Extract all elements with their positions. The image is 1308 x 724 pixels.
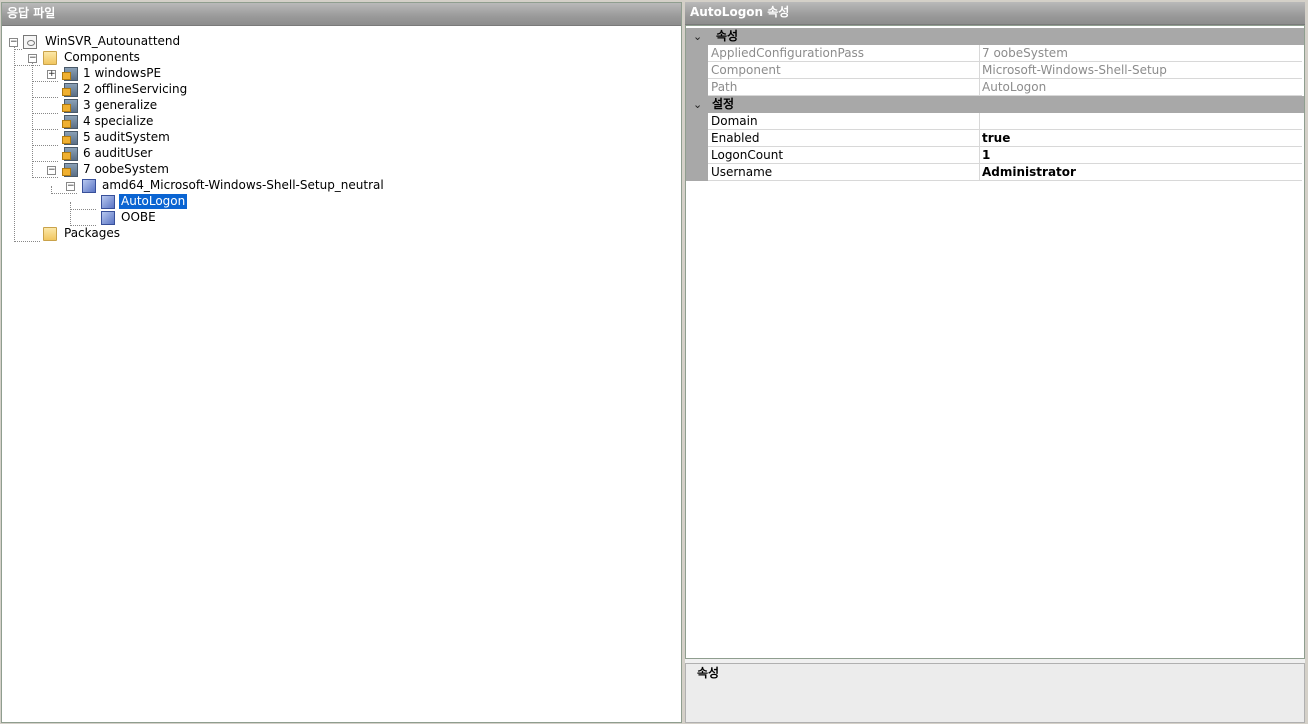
tree-label: 5 auditSystem [83, 130, 170, 144]
minus-box-icon[interactable]: − [47, 166, 56, 175]
row-gutter [686, 79, 708, 96]
tree-label-selected: AutoLogon [119, 194, 188, 209]
property-name: AppliedConfigurationPass [708, 45, 980, 62]
properties-panel: AutoLogon 속성 ⌄ 속성 AppliedConfigurationPa… [685, 2, 1305, 723]
tree-line [70, 202, 71, 226]
answer-file-title: 응답 파일 [2, 3, 681, 26]
chevron-down-icon[interactable]: ⌄ [693, 96, 707, 113]
config-pass-icon [62, 115, 78, 129]
config-pass-icon [62, 131, 78, 145]
answer-file-icon [23, 35, 37, 49]
minus-box-icon[interactable]: − [9, 38, 18, 47]
tree-label: 1 windowsPE [83, 66, 162, 80]
properties-title: AutoLogon 속성 [685, 2, 1305, 25]
tree-line [14, 49, 22, 50]
row-gutter [686, 113, 708, 130]
tree-label: 7 oobeSystem [83, 162, 169, 176]
property-name: Domain [708, 113, 980, 130]
description-box: 속성 [685, 663, 1305, 723]
config-pass-icon [62, 163, 78, 177]
tree-line [32, 129, 58, 130]
plus-box-icon[interactable]: + [47, 70, 56, 79]
config-pass-icon [62, 147, 78, 161]
tree-label: amd64_Microsoft-Windows-Shell-Setup_neut… [102, 178, 384, 192]
row-gutter [686, 130, 708, 147]
property-grid[interactable]: ⌄ 속성 AppliedConfigurationPass 7 oobeSyst… [685, 25, 1305, 659]
tree-line [70, 209, 96, 210]
property-row[interactable]: Path AutoLogon [686, 79, 1304, 96]
category-label: 속성 [716, 29, 739, 43]
property-value-input[interactable]: true [980, 130, 1302, 147]
property-row-domain[interactable]: Domain [686, 113, 1304, 130]
chevron-down-icon[interactable]: ⌄ [693, 28, 707, 45]
tree-line [14, 241, 40, 242]
setting-icon [101, 211, 115, 225]
property-row[interactable]: Component Microsoft-Windows-Shell-Setup [686, 62, 1304, 79]
tree-line [32, 113, 58, 114]
property-name: Path [708, 79, 980, 96]
tree-line [32, 145, 58, 146]
property-name: LogonCount [708, 147, 980, 164]
tree-label: 6 auditUser [83, 146, 153, 160]
tree-line [32, 177, 58, 178]
row-gutter [686, 62, 708, 79]
tree-line [32, 161, 58, 162]
tree-label: 2 offlineServicing [83, 82, 188, 96]
property-name: Component [708, 62, 980, 79]
property-row-username[interactable]: Username Administrator [686, 164, 1304, 181]
property-name: Enabled [708, 130, 980, 147]
property-value: Microsoft-Windows-Shell-Setup [980, 62, 1302, 79]
property-name: Username [708, 164, 980, 181]
property-value-input[interactable] [980, 113, 1302, 130]
folder-icon [43, 227, 57, 241]
property-row-enabled[interactable]: Enabled true [686, 130, 1304, 147]
minus-box-icon[interactable]: − [66, 182, 75, 191]
tree-line [14, 42, 15, 242]
config-pass-icon [62, 83, 78, 97]
property-row-logoncount[interactable]: LogonCount 1 [686, 147, 1304, 164]
row-gutter [686, 147, 708, 164]
config-pass-icon [62, 67, 78, 81]
property-value-input[interactable]: Administrator [980, 164, 1302, 181]
tree-line [14, 65, 40, 66]
setting-icon [101, 195, 115, 209]
tree-line [32, 58, 33, 178]
tree-line [32, 97, 58, 98]
component-icon [82, 179, 96, 193]
config-pass-icon [62, 99, 78, 113]
tree-label: 4 specialize [83, 114, 154, 128]
property-row[interactable]: AppliedConfigurationPass 7 oobeSystem [686, 45, 1304, 62]
tree-label: Packages [64, 226, 120, 240]
property-value: 7 oobeSystem [980, 45, 1302, 62]
tree-label: WinSVR_Autounattend [45, 34, 181, 48]
row-gutter [686, 164, 708, 181]
category-properties[interactable]: ⌄ 속성 [686, 28, 1304, 45]
tree-label: Components [64, 50, 140, 64]
row-gutter [686, 45, 708, 62]
property-value-input[interactable]: 1 [980, 147, 1302, 164]
answer-file-panel: 응답 파일 − WinSVR_Autounattend − Components [1, 2, 682, 723]
category-label: 설정 [712, 97, 735, 111]
property-value: AutoLogon [980, 79, 1302, 96]
tree-line [32, 81, 58, 82]
minus-box-icon[interactable]: − [28, 54, 37, 63]
folder-icon [43, 51, 57, 65]
tree-line [51, 193, 77, 194]
description-title: 속성 [697, 666, 720, 680]
category-settings[interactable]: ⌄ 설정 [686, 96, 1304, 113]
tree-label: OOBE [121, 210, 156, 224]
tree-label: 3 generalize [83, 98, 158, 112]
